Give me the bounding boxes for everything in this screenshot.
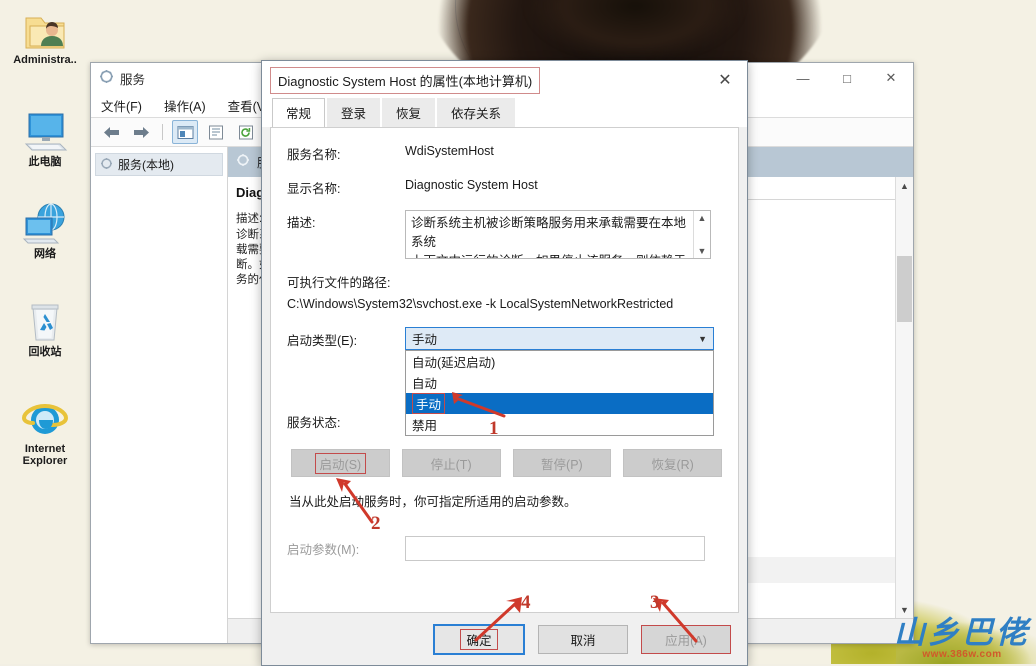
services-tree-pane: 服务(本地): [91, 147, 228, 643]
dialog-close-icon[interactable]: ✕: [703, 61, 747, 99]
annotation-arrow-1: [432, 386, 508, 420]
tree-item-services-local[interactable]: 服务(本地): [95, 153, 223, 176]
description-line-2: 上下文中运行的诊断。如果停止该服务，则依赖于该服: [411, 252, 688, 258]
chevron-down-icon: ▼: [698, 333, 707, 344]
annotation-number-3: 3: [650, 592, 660, 613]
dialog-title: Diagnostic System Host 的属性(本地计算机): [270, 66, 541, 94]
tab-dependencies[interactable]: 依存关系: [437, 98, 516, 127]
ie-icon: [2, 395, 88, 441]
stop-service-label: 停止(T): [430, 457, 472, 472]
scroll-down-icon[interactable]: ▼: [698, 246, 707, 256]
services-app-icon: [99, 69, 114, 87]
back-arrow-icon[interactable]: [99, 121, 123, 143]
maximize-button[interactable]: □: [825, 63, 869, 93]
service-properties-dialog: Diagnostic System Host 的属性(本地计算机) ✕ 常规 登…: [261, 60, 748, 666]
resume-service-label: 恢复(R): [651, 457, 694, 472]
pause-service-label: 暂停(P): [541, 457, 583, 472]
desktop-icon-label: 回收站: [28, 346, 62, 358]
startup-option-auto-delayed[interactable]: 自动(延迟启动): [406, 351, 713, 372]
startup-parameters-label: 启动参数(M):: [287, 543, 360, 557]
network-icon: [2, 200, 88, 246]
computer-icon: [2, 108, 88, 154]
services-window-title: 服务: [120, 72, 146, 87]
desktop-icon-recycle-bin[interactable]: 回收站: [2, 298, 88, 358]
executable-path-label: 可执行文件的路径:: [287, 276, 391, 290]
cancel-button[interactable]: 取消: [538, 624, 628, 654]
startup-type-label: 启动类型(E):: [287, 334, 358, 348]
desktop-icon-label: Administra..: [13, 54, 77, 66]
tab-recovery[interactable]: 恢复: [382, 98, 436, 127]
window-controls: — □ ✕: [781, 63, 913, 93]
close-button[interactable]: ✕: [869, 63, 913, 93]
start-service-label: 启动(S): [314, 452, 367, 474]
services-list-scrollbar[interactable]: ▲ ▼: [895, 177, 913, 618]
description-row: 描述: 诊断系统主机被诊断策略服务用来承载需要在本地系统 上下文中运行的诊断。如…: [287, 210, 722, 259]
tab-general[interactable]: 常规: [272, 98, 326, 127]
desktop-icon-network[interactable]: 网络: [2, 200, 88, 260]
scroll-up-icon[interactable]: ▲: [698, 213, 707, 223]
detail-header-icon: [236, 153, 251, 171]
services-node-icon: [100, 157, 113, 173]
startup-parameters-input[interactable]: [405, 536, 705, 561]
pause-service-button[interactable]: 暂停(P): [512, 449, 612, 477]
watermark-url-text: www.386w.com: [922, 649, 1002, 660]
watermark-main-text: 山乡巴佬: [894, 615, 1030, 650]
startup-type-selected-value: 手动: [412, 333, 438, 347]
startup-type-row: 启动类型(E): 手动 ▼ 自动(延迟启动) 自动 手动 禁用: [287, 327, 722, 436]
recycle-bin-icon: [2, 298, 88, 344]
description-scrollbar[interactable]: ▲ ▼: [693, 211, 710, 258]
resume-service-button[interactable]: 恢复(R): [623, 449, 722, 477]
desktop-icon-internet-explorer[interactable]: Internet Explorer: [2, 395, 88, 467]
startup-parameters-row: 启动参数(M):: [287, 536, 722, 561]
display-name-value: Diagnostic System Host: [405, 178, 538, 192]
desktop-icon-label: Internet Explorer: [22, 443, 68, 467]
dialog-tabs: 常规 登录 恢复 依存关系: [262, 98, 747, 127]
watermark: 山乡巴佬 www.386w.com: [894, 615, 1030, 661]
annotation-number-1: 1: [489, 418, 499, 439]
properties-icon[interactable]: [204, 121, 228, 143]
service-status-label: 服务状态:: [287, 416, 341, 430]
desktop-icon-label: 此电脑: [28, 156, 62, 168]
show-hide-tree-icon[interactable]: [172, 120, 198, 144]
desktop-icon-label: 网络: [34, 248, 56, 260]
refresh-icon[interactable]: [234, 121, 258, 143]
annotation-number-2: 2: [371, 513, 381, 534]
annotation-number-4: 4: [521, 592, 531, 613]
menu-file[interactable]: 文件(F): [101, 96, 142, 115]
startup-option-label: 自动(延迟启动): [412, 356, 496, 370]
general-tab-panel: 服务名称: WdiSystemHost 显示名称: Diagnostic Sys…: [270, 127, 739, 613]
user-folder-icon: [2, 6, 88, 52]
minimize-button[interactable]: —: [781, 63, 825, 93]
menu-action[interactable]: 操作(A): [164, 96, 206, 115]
description-text: 诊断系统主机被诊断策略服务用来承载需要在本地系统 上下文中运行的诊断。如果停止该…: [406, 211, 693, 258]
tab-logon[interactable]: 登录: [327, 98, 381, 127]
scrollbar-thumb[interactable]: [897, 256, 912, 322]
tree-item-label: 服务(本地): [118, 158, 174, 172]
service-name-row: 服务名称: WdiSystemHost: [287, 142, 722, 163]
stop-service-button[interactable]: 停止(T): [401, 449, 501, 477]
desktop-icon-administrator[interactable]: Administra..: [2, 6, 88, 66]
executable-path-value: C:\Windows\System32\svchost.exe -k Local…: [287, 297, 674, 311]
cancel-button-label: 取消: [570, 633, 596, 648]
description-label: 描述:: [287, 216, 316, 230]
service-name-value: WdiSystemHost: [405, 144, 494, 158]
startup-type-combobox[interactable]: 手动 ▼: [405, 327, 714, 350]
toolbar-separator: [162, 124, 163, 140]
display-name-label: 显示名称:: [287, 182, 341, 196]
dialog-titlebar: Diagnostic System Host 的属性(本地计算机) ✕: [262, 61, 747, 99]
description-textbox[interactable]: 诊断系统主机被诊断策略服务用来承载需要在本地系统 上下文中运行的诊断。如果停止该…: [405, 210, 711, 259]
description-line-1: 诊断系统主机被诊断策略服务用来承载需要在本地系统: [411, 216, 687, 249]
desktop-icon-this-pc[interactable]: 此电脑: [2, 108, 88, 168]
display-name-row: 显示名称: Diagnostic System Host: [287, 176, 722, 197]
scrollbar-track[interactable]: [896, 194, 913, 601]
forward-arrow-icon[interactable]: [129, 121, 153, 143]
service-name-label: 服务名称:: [287, 148, 341, 162]
scroll-up-icon[interactable]: ▲: [896, 177, 913, 194]
